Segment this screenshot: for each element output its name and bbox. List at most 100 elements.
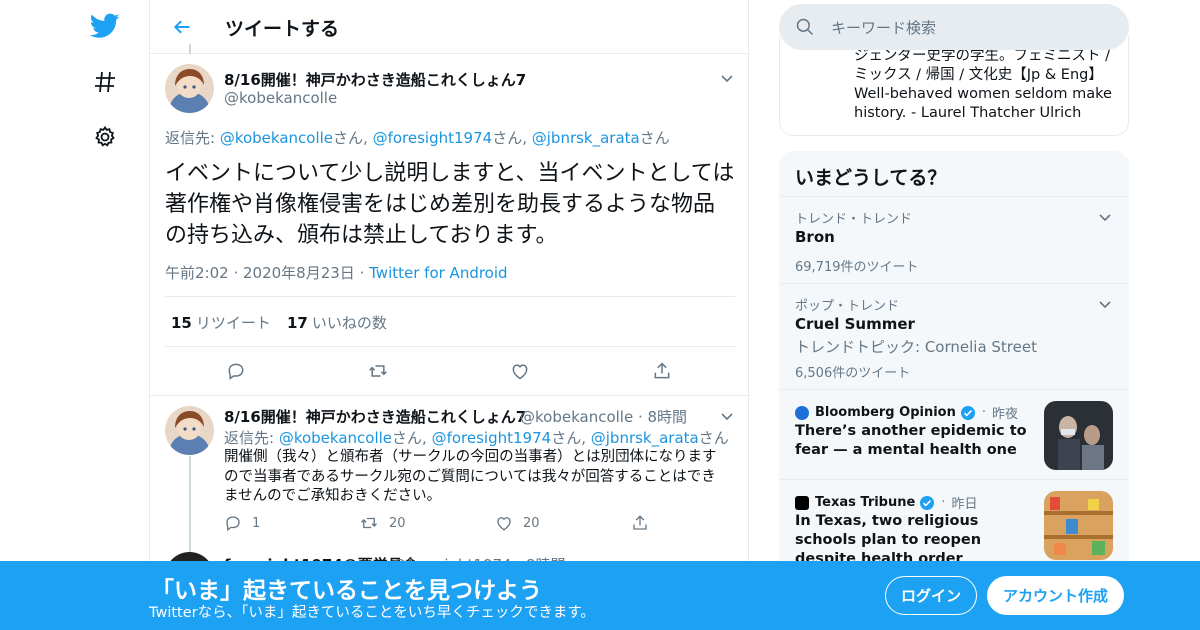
trend-name: Bron [795,228,835,246]
tweet-time[interactable]: 午前2:02 [165,264,229,282]
search-placeholder: キーワード検索 [831,19,937,37]
reply-suffix: さん [492,129,523,147]
share-icon[interactable] [649,358,675,384]
trends-title: いまどうしてる？ [795,167,947,189]
like-count: 17 [287,314,308,332]
reply-icon[interactable] [223,358,249,384]
news-thumbnail [1044,401,1113,470]
author-handle-time[interactable]: @kobekancolle · 8時間 [520,406,687,427]
like-heart-icon[interactable] [507,358,533,384]
search-icon [795,17,815,41]
twitter-logo-icon[interactable] [90,11,120,41]
texas-tribune-logo-icon [795,495,809,510]
focused-tweet: 8/16開催！神戸かわさき造船これくしょん7 @kobekancolle 返信先… [150,54,750,396]
author-name[interactable]: 8/16開催！神戸かわさき造船これくしょん7 [224,69,526,90]
like-label: いいねの数 [311,314,387,332]
trend-meta: トレンド・トレンド [795,212,913,227]
signup-button[interactable]: アカウント作成 [987,576,1124,615]
reply-tweet[interactable]: 8/16開催！神戸かわさき造船これくしょん7 @kobekancolle · 8… [150,396,750,601]
page-title: ツイートする [225,18,340,40]
reply-icon [226,516,240,532]
news-headline: There’s another epidemic to fear — a men… [795,423,1027,458]
tweet-time: 8時間 [647,408,688,426]
back-arrow-icon[interactable] [168,13,196,41]
reply-to-link[interactable]: @kobekancolle [220,129,333,147]
news-source: Texas Tribune · 昨日 [795,493,977,512]
settings-gear-icon[interactable] [90,122,120,152]
tweet-date[interactable]: 2020年8月23日 [243,264,355,282]
tweet-text: 開催側（我々）と頒布者（サークルの今回の当事者）とは別団体になりますので当事者で… [224,449,717,504]
author-handle[interactable]: @kobekancolle [224,89,337,107]
news-thumbnail [1044,491,1113,560]
bloomberg-logo-icon [795,405,809,420]
banner-title: 「いま」起きていることを見つけよう [151,578,542,604]
avatar[interactable] [165,64,214,113]
thread-connector [189,44,191,54]
retweet-action[interactable]: 20 [359,514,406,532]
news-item[interactable]: Bloomberg Opinion · 昨夜 There’s another e… [779,389,1129,479]
news-source-name: Texas Tribune [815,495,916,510]
reply-suffix: さん [698,429,729,447]
banner-subtitle: Twitterなら、「いま」起きていることをいち早くチェックできます。 [149,605,595,621]
like-action[interactable]: 20 [495,514,540,532]
author-name[interactable]: 8/16開催！神戸かわさき造船これくしょん7 [224,406,526,427]
reply-suffix: さん [333,129,364,147]
tweet-stats: 15 リツイート 17 いいねの数 [165,296,735,347]
bio-text: ジェンダー史学の学生。フェミニスト / ミックス / 帰国 / 文化史【Jp &… [854,48,1112,121]
news-item[interactable]: Texas Tribune · 昨日 In Texas, two religio… [779,479,1129,571]
avatar[interactable] [165,406,214,455]
share-icon[interactable] [631,514,649,532]
author-handle: @kobekancolle [520,408,634,426]
search-input[interactable]: キーワード検索 [779,4,1129,50]
profile-bio-card: ジェンダー史学の学生。フェミニスト / ミックス / 帰国 / 文化史【Jp &… [779,36,1129,136]
verified-badge-icon [960,405,975,420]
like-count: 20 [523,515,540,531]
retweet-stat[interactable]: 15 リツイート [171,312,271,333]
trend-count: 69,719件のツイート [795,260,919,275]
reply-to-line: 返信先: @kobekancolleさん, @foresight1974さん, … [165,129,670,147]
retweet-icon [361,517,377,529]
tweet-text: イベントについて少し説明しますと、当イベントとしては著作権や肖像権侵害をはじめ差… [165,161,735,248]
reply-to-line: 返信先: @kobekancolleさん, @foresight1974さん, … [224,429,729,447]
reply-to-link[interactable]: @jbnrsk_arata [591,429,699,447]
news-time: 昨日 [951,497,978,512]
trend-count: 6,506件のツイート [795,366,911,381]
explore-hashtag-icon[interactable] [90,67,120,97]
signup-banner: 「いま」起きていることを見つけよう Twitterなら、「いま」起きていることを… [0,561,1200,630]
retweet-label: リツイート [195,314,271,332]
like-stat[interactable]: 17 いいねの数 [287,312,387,333]
retweet-count: 15 [171,314,192,332]
reply-count: 1 [252,515,261,531]
chevron-down-icon[interactable] [719,408,735,424]
trend-item[interactable]: ポップ・トレンド Cruel Summer トレンドトピック: Cornelia… [779,283,1129,389]
verified-badge-icon [920,495,935,510]
retweet-count: 20 [389,515,406,531]
reply-suffix: さん [639,129,670,147]
tweet-source[interactable]: Twitter for Android [369,264,507,282]
chevron-down-icon[interactable] [719,70,735,86]
like-heart-icon [497,517,511,531]
reply-suffix: さん [392,429,423,447]
reply-to-link[interactable]: @foresight1974 [373,129,493,147]
reply-prefix: 返信先: [224,429,279,447]
trend-topic: トレンドトピック: Cornelia Street [795,338,1037,356]
news-source-name: Bloomberg Opinion [815,405,956,420]
left-nav [80,0,130,630]
reply-to-link[interactable]: @jbnrsk_arata [532,129,640,147]
reply-prefix: 返信先: [165,129,220,147]
chevron-down-icon[interactable] [1097,209,1113,225]
reply-suffix: さん [551,429,582,447]
login-button[interactable]: ログイン [885,576,977,615]
chevron-down-icon[interactable] [1097,296,1113,312]
trends-panel: いまどうしてる？ トレンド・トレンド Bron 69,719件のツイート ポップ… [779,151,1129,571]
trend-item[interactable]: トレンド・トレンド Bron 69,719件のツイート [779,196,1129,283]
reply-to-link[interactable]: @kobekancolle [279,429,392,447]
news-source: Bloomberg Opinion · 昨夜 [795,403,1018,422]
reply-action[interactable]: 1 [224,514,260,532]
news-time: 昨夜 [992,407,1019,422]
retweet-icon[interactable] [365,358,391,384]
tweet-meta: 午前2:02 · 2020年8月23日 · Twitter for Androi… [165,264,508,282]
main-header: ツイートする [150,0,748,54]
reply-to-link[interactable]: @foresight1974 [432,429,552,447]
trend-meta: ポップ・トレンド [795,299,900,314]
